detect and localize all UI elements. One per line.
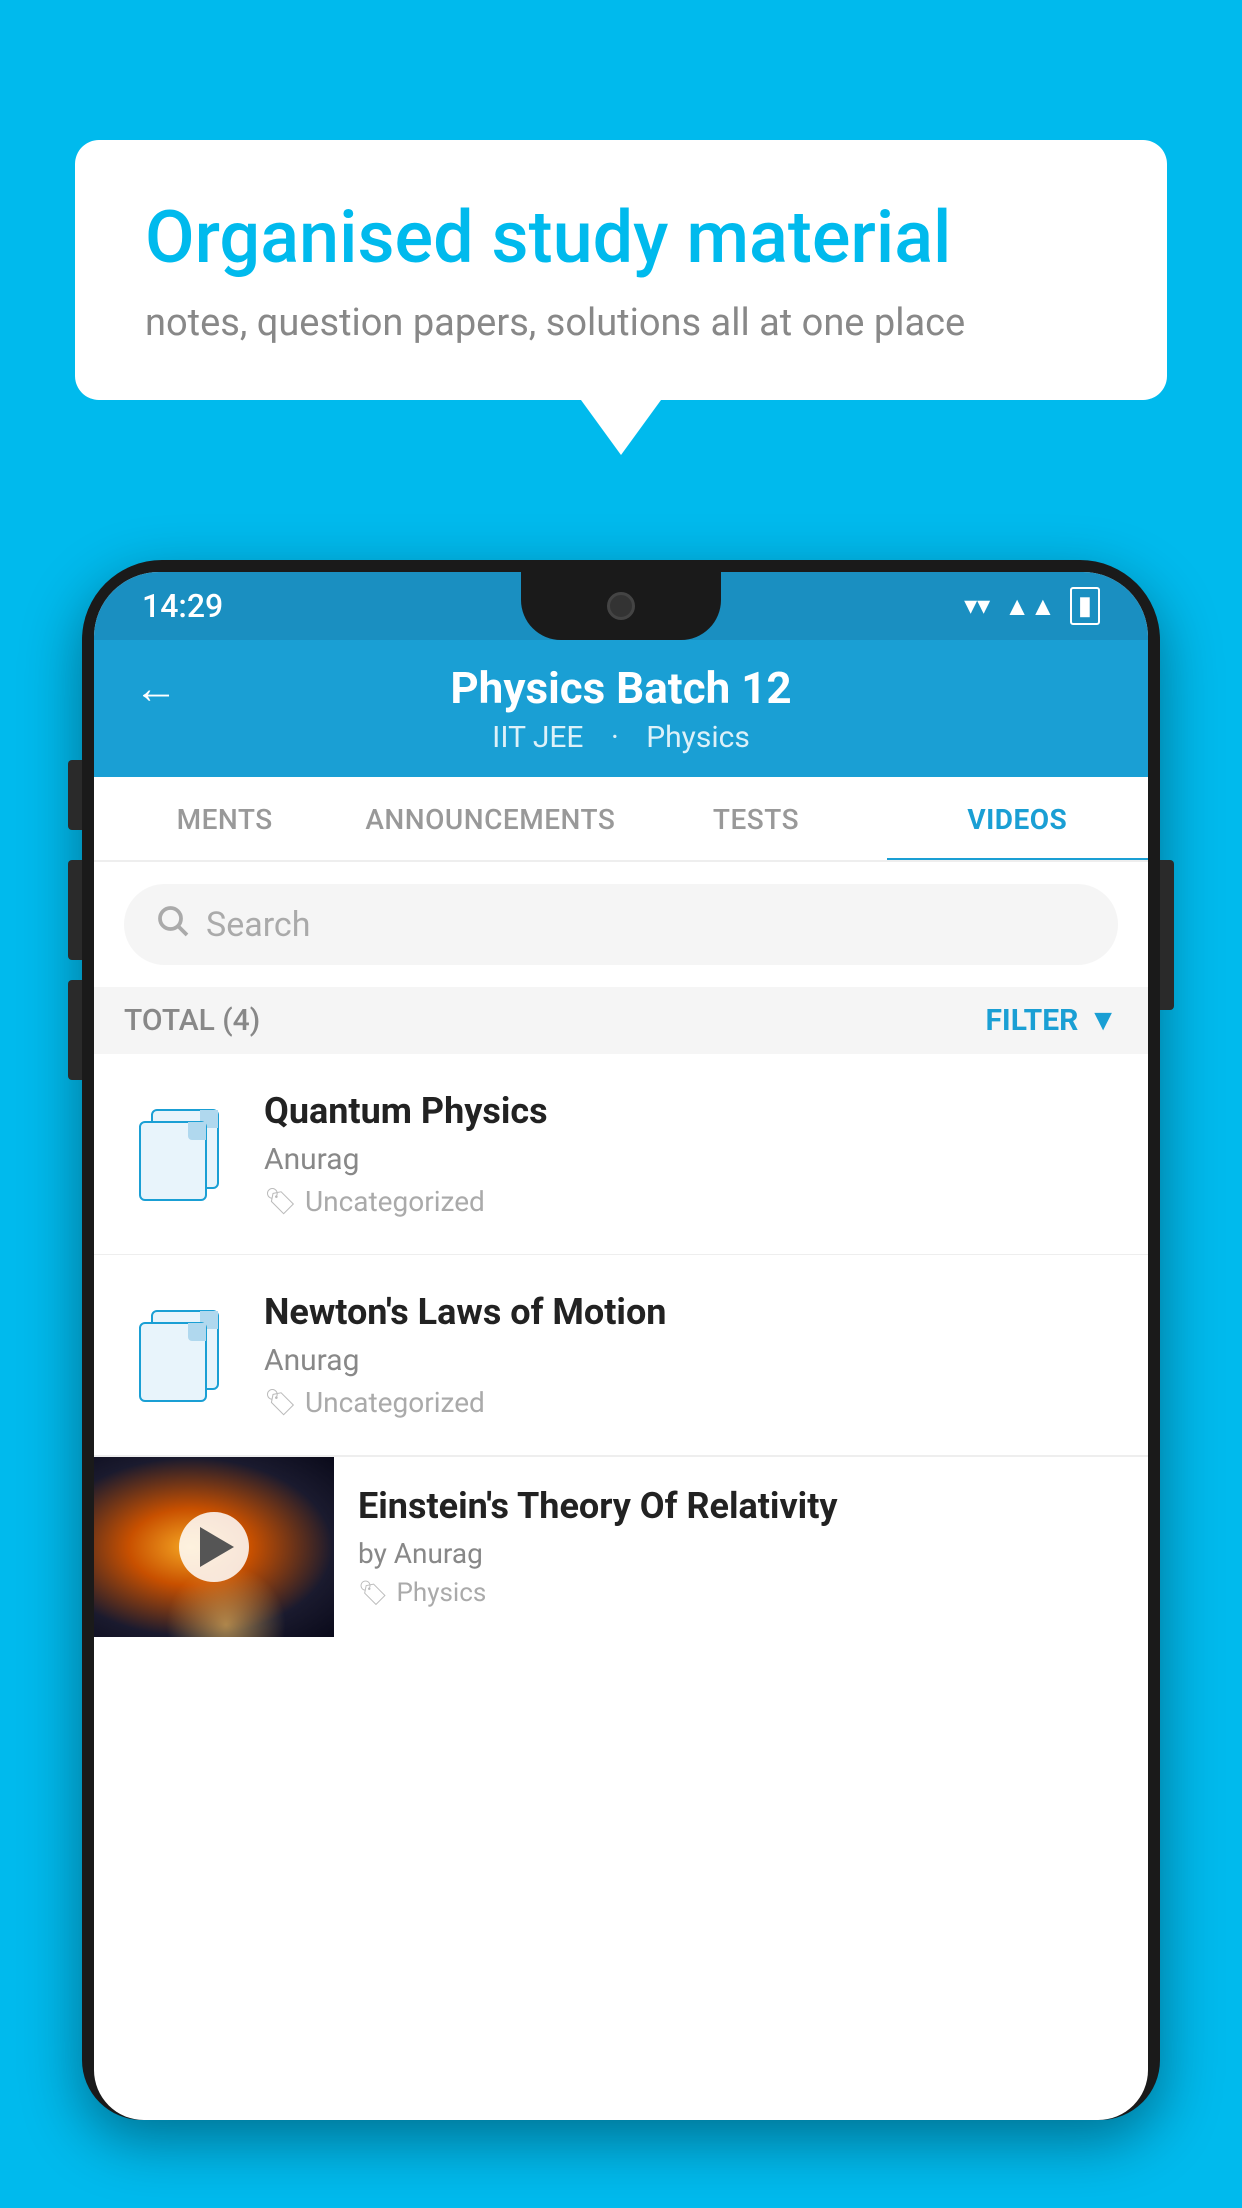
list-item[interactable]: Quantum Physics Anurag 🏷 Uncategorized — [94, 1054, 1148, 1255]
camera-icon — [607, 592, 635, 620]
list-item[interactable]: Newton's Laws of Motion Anurag 🏷 Uncateg… — [94, 1255, 1148, 1456]
phone-button-power — [1160, 860, 1174, 1010]
app-header-subtitle: IIT JEE · Physics — [482, 720, 760, 755]
filter-label: FILTER — [985, 1003, 1078, 1038]
video-title-2: Einstein's Theory Of Relativity — [358, 1485, 1124, 1527]
video-info-0: Quantum Physics Anurag 🏷 Uncategorized — [264, 1090, 1118, 1218]
video-author-0: Anurag — [264, 1142, 1118, 1177]
back-button[interactable]: ← — [134, 662, 178, 714]
tag-label-2: Physics — [396, 1578, 486, 1608]
video-thumb-1 — [124, 1300, 234, 1410]
video-thumbnail-2 — [94, 1457, 334, 1637]
speech-bubble-title: Organised study material — [145, 195, 1097, 281]
wifi-icon: ▾▾ — [964, 591, 990, 621]
list-item[interactable]: Einstein's Theory Of Relativity by Anura… — [94, 1456, 1148, 1637]
status-icons: ▾▾ ▲▲ ▮ — [964, 587, 1100, 625]
app-header-title: Physics Batch 12 — [450, 662, 791, 714]
speech-bubble-arrow — [581, 400, 661, 455]
tab-tests[interactable]: TESTS — [625, 777, 886, 862]
tabs-bar: MENTS ANNOUNCEMENTS TESTS VIDEOS — [94, 777, 1148, 862]
play-button[interactable] — [179, 1512, 249, 1582]
video-tag-1: 🏷 Uncategorized — [264, 1386, 1118, 1419]
tab-announcements[interactable]: ANNOUNCEMENTS — [355, 777, 625, 862]
document-icon — [139, 1109, 219, 1199]
filter-icon: ▼ — [1088, 1003, 1118, 1038]
video-title-0: Quantum Physics — [264, 1090, 1118, 1132]
search-box[interactable]: Search — [124, 884, 1118, 965]
phone-notch — [521, 572, 721, 640]
filter-bar: TOTAL (4) FILTER ▼ — [94, 987, 1148, 1054]
status-time: 14:29 — [142, 587, 223, 625]
search-container: Search — [94, 862, 1148, 987]
video-author-2: by Anurag — [358, 1537, 1124, 1570]
tab-videos[interactable]: VIDEOS — [887, 777, 1148, 862]
phone-wrapper: 14:29 ▾▾ ▲▲ ▮ ← Physics Batch 12 IIT JEE… — [82, 560, 1160, 2208]
doc-icon-front — [139, 1121, 207, 1201]
speech-bubble-container: Organised study material notes, question… — [75, 140, 1167, 455]
app-header-row: ← Physics Batch 12 — [134, 662, 1108, 714]
subtitle-iit: IIT JEE — [492, 720, 583, 755]
app-header: ← Physics Batch 12 IIT JEE · Physics — [94, 640, 1148, 777]
tag-icon-2: 🏷 — [358, 1579, 388, 1607]
signal-icon: ▲▲ — [1004, 591, 1055, 622]
subtitle-dot: · — [611, 720, 626, 755]
tag-label-0: Uncategorized — [305, 1185, 485, 1218]
document-icon — [139, 1310, 219, 1400]
phone-button-vol-down — [68, 860, 82, 960]
search-icon — [154, 902, 190, 947]
total-count: TOTAL (4) — [124, 1003, 260, 1038]
video-info-2: Einstein's Theory Of Relativity by Anura… — [334, 1457, 1148, 1636]
phone-button-vol-up — [68, 760, 82, 830]
phone-screen: 14:29 ▾▾ ▲▲ ▮ ← Physics Batch 12 IIT JEE… — [94, 572, 1148, 2120]
tab-ments[interactable]: MENTS — [94, 777, 355, 862]
phone-button-vol-down2 — [68, 980, 82, 1080]
tag-label-1: Uncategorized — [305, 1386, 485, 1419]
speech-bubble: Organised study material notes, question… — [75, 140, 1167, 400]
video-title-1: Newton's Laws of Motion — [264, 1291, 1118, 1333]
video-list: Quantum Physics Anurag 🏷 Uncategorized — [94, 1054, 1148, 1637]
subtitle-physics: Physics — [646, 720, 750, 755]
speech-bubble-subtitle: notes, question papers, solutions all at… — [145, 301, 1097, 345]
filter-button[interactable]: FILTER ▼ — [985, 1003, 1118, 1038]
video-tag-2: 🏷 Physics — [358, 1578, 1124, 1608]
doc-icon-front — [139, 1322, 207, 1402]
video-tag-0: 🏷 Uncategorized — [264, 1185, 1118, 1218]
video-thumb-0 — [124, 1099, 234, 1209]
video-info-1: Newton's Laws of Motion Anurag 🏷 Uncateg… — [264, 1291, 1118, 1419]
search-placeholder[interactable]: Search — [206, 905, 310, 945]
phone-body: 14:29 ▾▾ ▲▲ ▮ ← Physics Batch 12 IIT JEE… — [82, 560, 1160, 2120]
video-author-1: Anurag — [264, 1343, 1118, 1378]
play-icon — [200, 1527, 234, 1567]
battery-icon: ▮ — [1070, 587, 1100, 625]
tag-icon-1: 🏷 — [264, 1388, 297, 1418]
tag-icon-0: 🏷 — [264, 1187, 297, 1217]
